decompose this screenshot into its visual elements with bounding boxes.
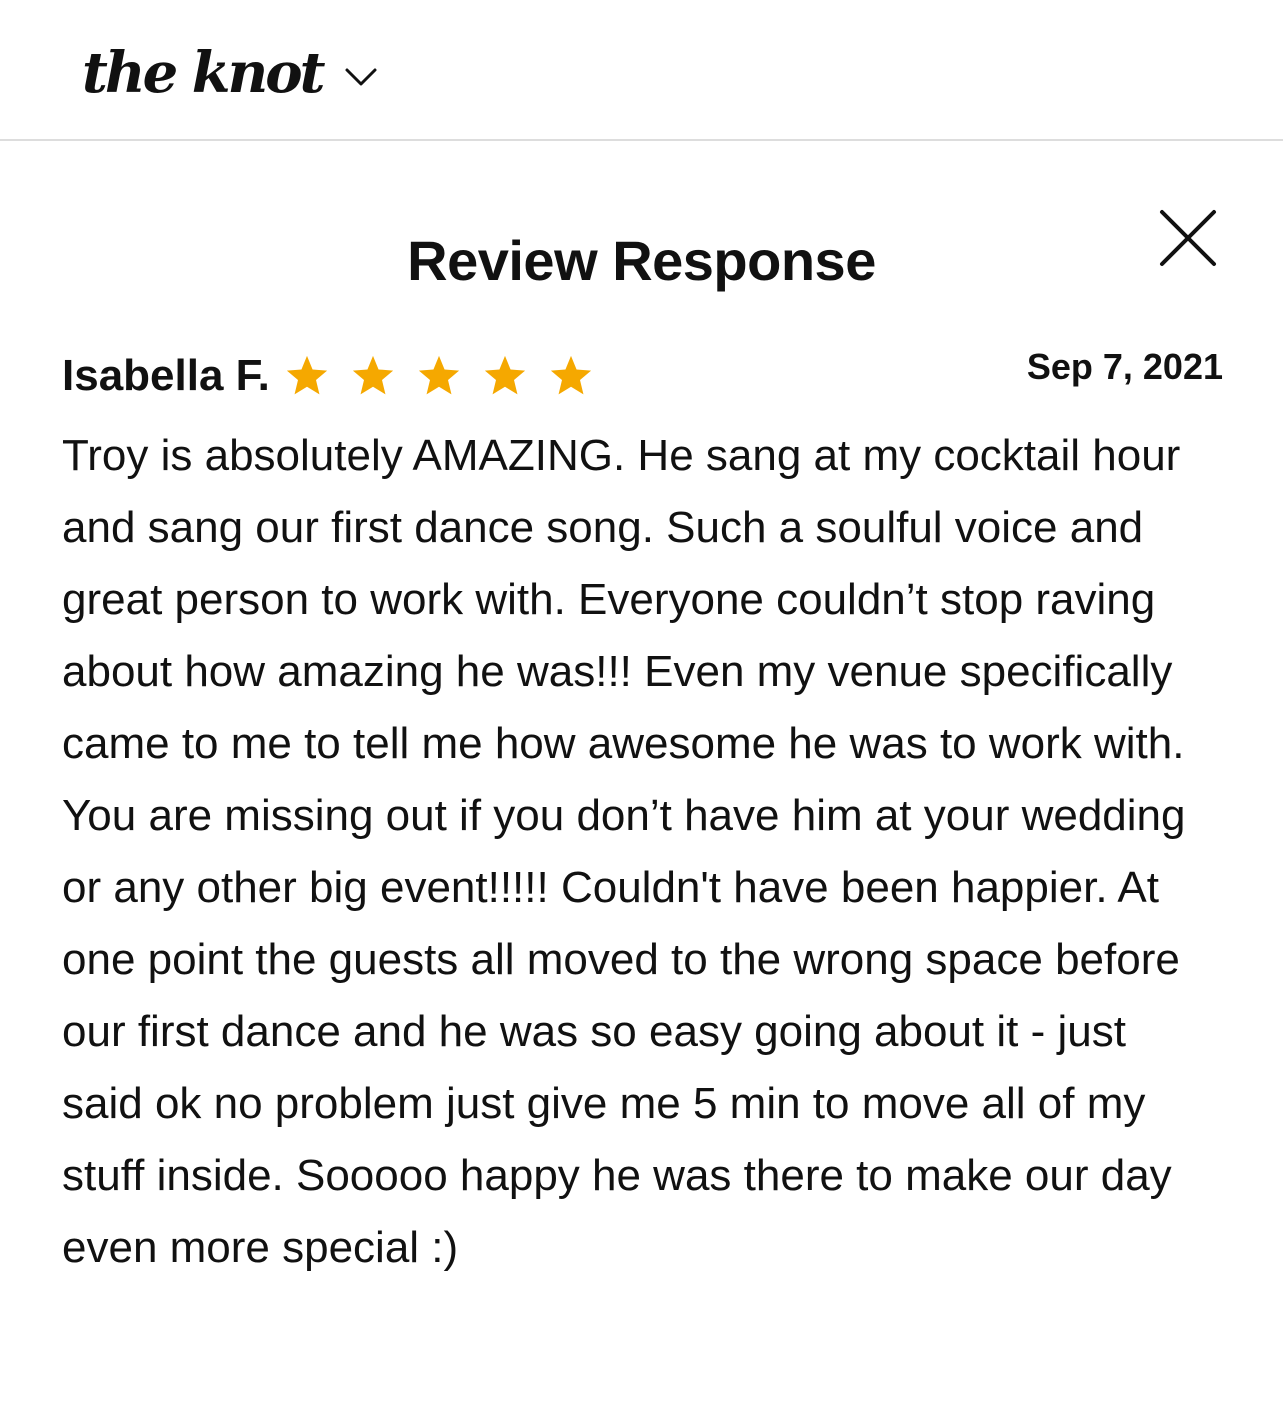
- review-text: Troy is absolutely AMAZING. He sang at m…: [62, 431, 1186, 1272]
- star-icon: [352, 355, 394, 395]
- review-date: Sep 7, 2021: [1026, 346, 1223, 387]
- star-icon: [286, 355, 328, 395]
- star-icon: [550, 355, 592, 395]
- page-title: Review Response: [407, 229, 876, 292]
- brand-logo: the knot: [82, 40, 325, 106]
- reviewer-name: Isabella F.: [62, 351, 270, 400]
- star-rating: [284, 353, 614, 399]
- review-header: Isabella F.: [62, 346, 614, 406]
- brand-menu[interactable]: the knot: [82, 38, 378, 108]
- close-icon[interactable]: [1158, 208, 1218, 268]
- chevron-down-icon[interactable]: [344, 66, 378, 88]
- top-bar: the knot: [0, 0, 1283, 141]
- star-icon: [484, 355, 526, 395]
- star-icon: [418, 355, 460, 395]
